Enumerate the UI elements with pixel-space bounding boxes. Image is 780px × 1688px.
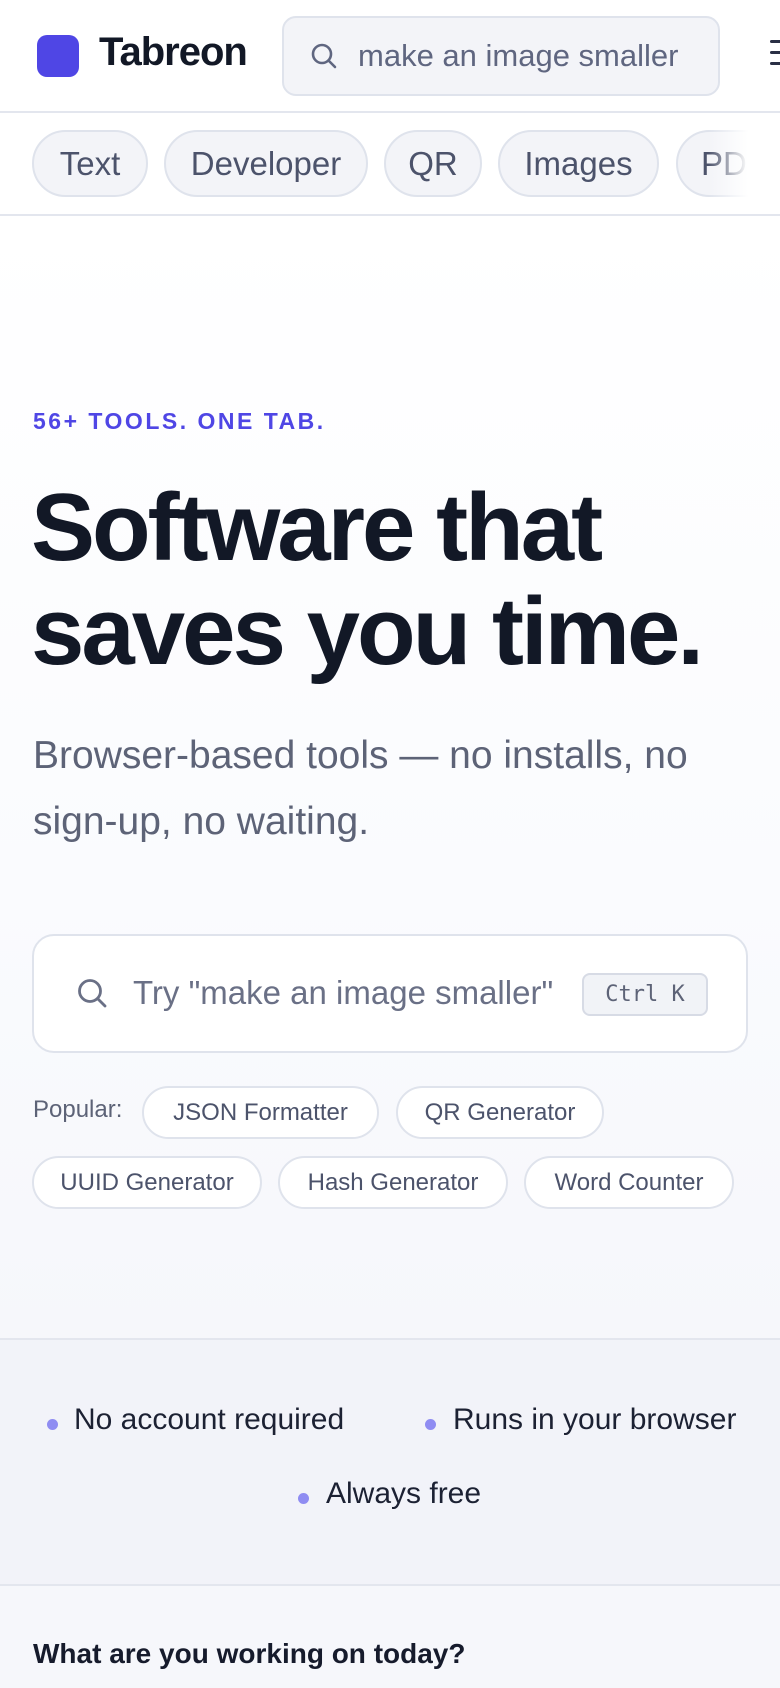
tools-section: What are you working on today?	[0, 1586, 780, 1688]
header-search-value: make an image smaller	[358, 38, 679, 73]
hero-headline: Software that saves you time.	[31, 476, 776, 684]
hero-search-placeholder: Try "make an image smaller"	[133, 974, 554, 1011]
search-icon	[310, 42, 338, 75]
hero-eyebrow: 56+ TOOLS. ONE TAB.	[33, 408, 326, 434]
popular-tool-hash-generator[interactable]: Hash Generator	[278, 1156, 508, 1209]
category-chip-developer[interactable]: Developer	[164, 130, 368, 197]
bullet-dot	[298, 1493, 309, 1504]
page: Tabreon make an image smaller Text Devel…	[0, 0, 780, 1688]
feature-always-free: Always free	[326, 1477, 482, 1510]
feature-runs-in-browser: Runs in your browser	[453, 1403, 737, 1436]
popular-tool-uuid-generator[interactable]: UUID Generator	[32, 1156, 262, 1209]
category-bar: Text Developer QR Images PDF	[0, 113, 780, 216]
scroll-fade	[708, 113, 748, 214]
hero-search-input[interactable]: Try "make an image smaller" Ctrl K	[32, 934, 748, 1053]
menu-icon[interactable]	[770, 40, 780, 70]
category-chip-text[interactable]: Text	[32, 130, 148, 197]
header-search-input[interactable]: make an image smaller	[282, 16, 720, 96]
popular-tool-qr-generator[interactable]: QR Generator	[396, 1086, 604, 1139]
popular-tool-word-counter[interactable]: Word Counter	[524, 1156, 734, 1209]
headline-line-1: Software that	[31, 474, 603, 581]
shortcut-badge: Ctrl K	[582, 973, 708, 1016]
search-icon	[76, 977, 108, 1014]
headline-line-2: saves you time.	[31, 578, 704, 685]
popular-label: Popular:	[33, 1096, 123, 1123]
top-header: Tabreon make an image smaller	[0, 0, 780, 113]
bullet-dot	[47, 1419, 58, 1430]
popular-tool-json-formatter[interactable]: JSON Formatter	[142, 1086, 379, 1139]
hero-section: 56+ TOOLS. ONE TAB. Software that saves …	[0, 218, 780, 1338]
brand-name[interactable]: Tabreon	[99, 30, 248, 75]
category-chip-images[interactable]: Images	[498, 130, 659, 197]
bullet-dot	[425, 1419, 436, 1430]
hero-subtitle: Browser-based tools — no installs, no si…	[33, 734, 688, 843]
features-band: No account required Runs in your browser…	[0, 1338, 780, 1586]
category-chip-qr[interactable]: QR	[384, 130, 482, 197]
feature-no-account: No account required	[74, 1403, 345, 1436]
logo-icon[interactable]	[37, 35, 79, 77]
section-title: What are you working on today?	[33, 1638, 466, 1669]
